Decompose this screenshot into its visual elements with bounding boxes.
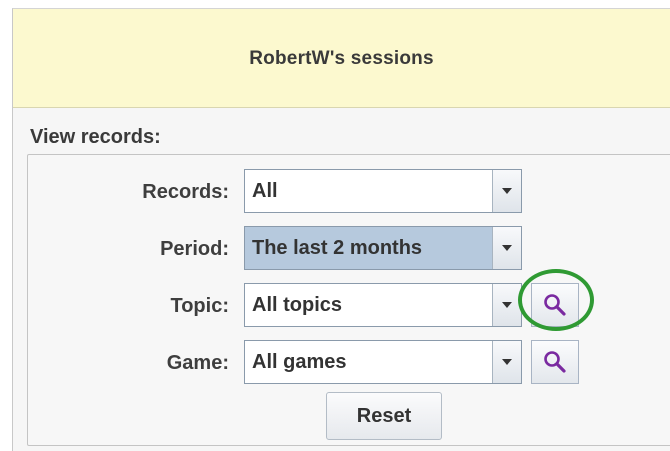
- chevron-down-icon: [502, 359, 512, 365]
- period-select-value: The last 2 months: [252, 237, 423, 259]
- topic-select-value: All topics: [252, 294, 343, 316]
- page-title: RobertW's sessions: [249, 48, 434, 69]
- records-select[interactable]: All: [244, 169, 522, 213]
- period-label: Period:: [160, 238, 229, 260]
- game-select-value: All games: [252, 351, 347, 373]
- chevron-down-icon: [502, 245, 512, 251]
- topic-select[interactable]: All topics: [244, 283, 522, 327]
- chevron-down-icon: [502, 188, 512, 194]
- reset-button[interactable]: Reset: [326, 392, 442, 440]
- game-label: Game:: [166, 352, 229, 374]
- topic-label: Topic:: [170, 295, 229, 317]
- view-records-label: View records:: [30, 126, 161, 148]
- topic-dropdown-button[interactable]: [492, 284, 521, 326]
- page-header: RobertW's sessions: [13, 9, 670, 108]
- highlight-circle: [518, 269, 594, 331]
- chevron-down-icon: [502, 302, 512, 308]
- search-icon: [544, 351, 566, 373]
- game-search-button[interactable]: [531, 340, 579, 384]
- period-select[interactable]: The last 2 months: [244, 226, 522, 270]
- game-dropdown-button[interactable]: [492, 341, 521, 383]
- records-dropdown-button[interactable]: [492, 170, 521, 212]
- records-select-value: All: [252, 180, 278, 202]
- records-label: Records:: [142, 181, 229, 203]
- game-select[interactable]: All games: [244, 340, 522, 384]
- period-dropdown-button[interactable]: [492, 227, 521, 269]
